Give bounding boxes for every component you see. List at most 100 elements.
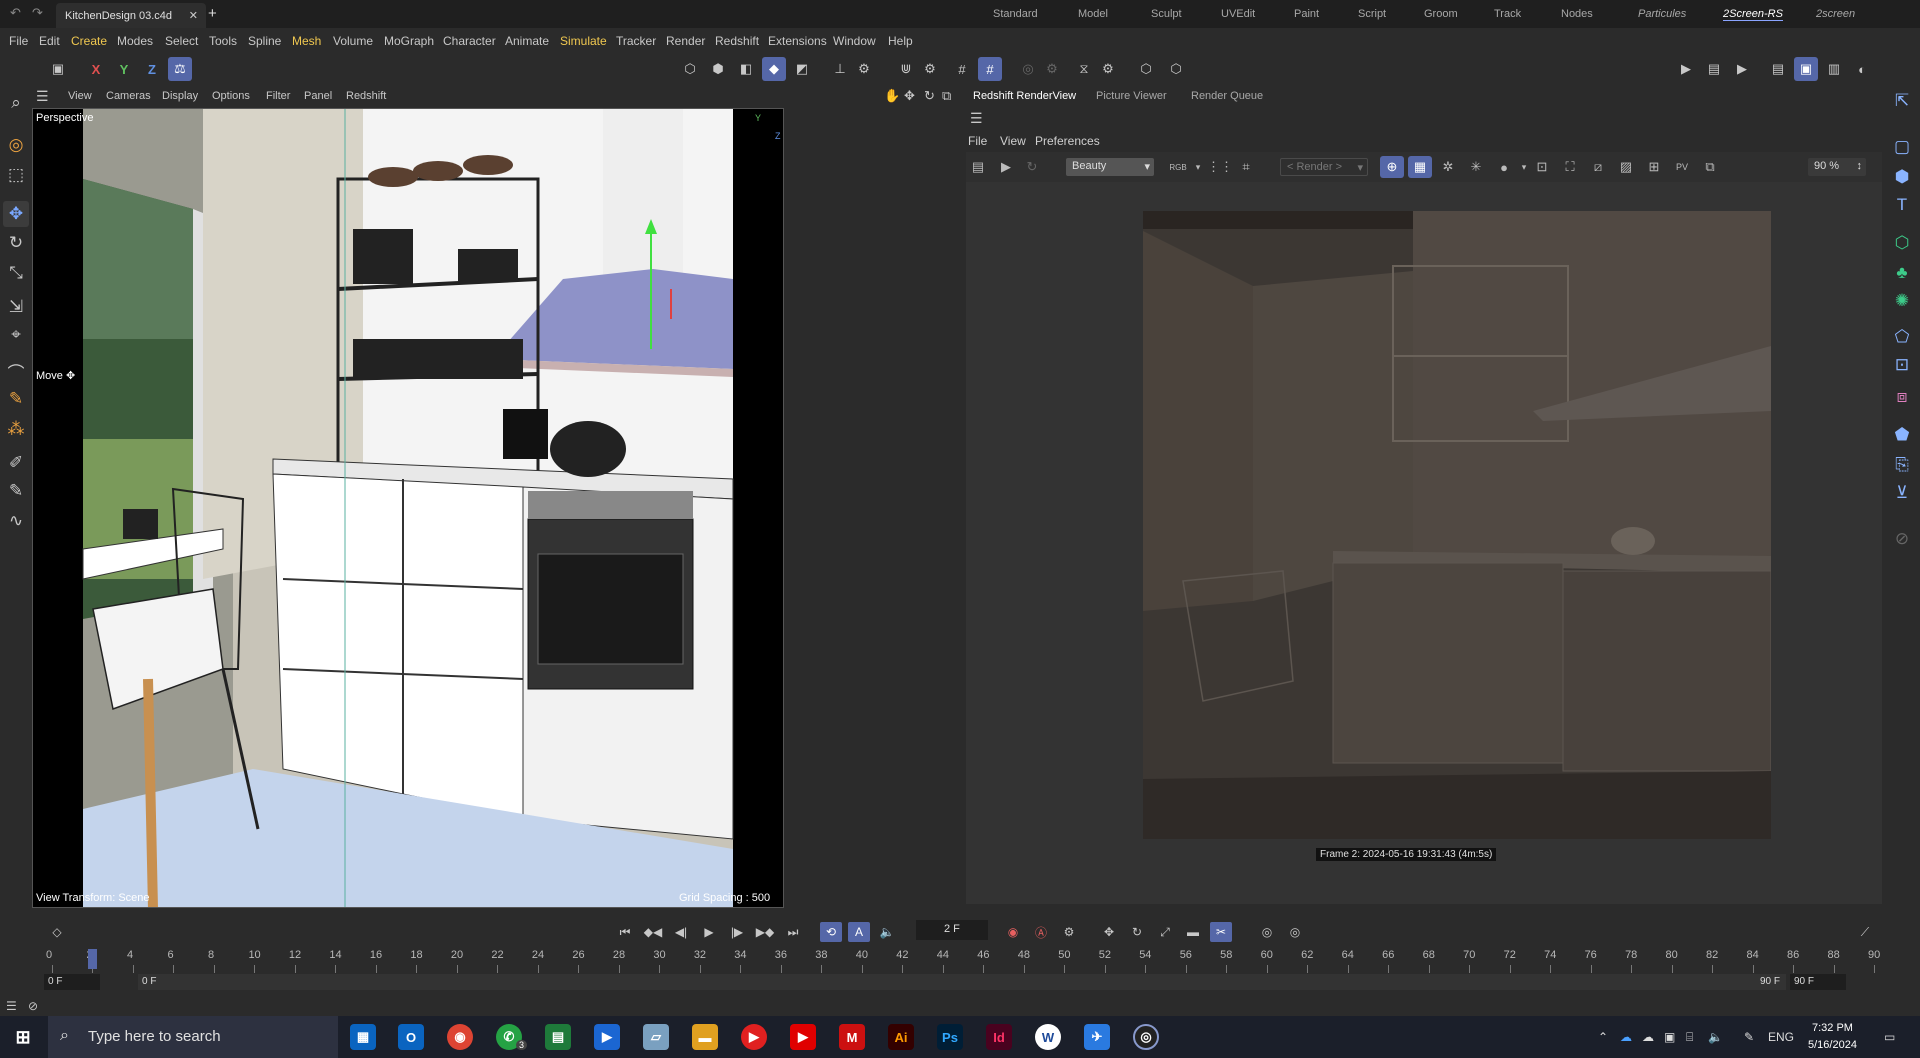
menu-simulate[interactable]: Simulate (560, 34, 607, 48)
rotate-view-icon[interactable]: ↻ (924, 88, 935, 104)
timeline-ruler[interactable]: 0246810121416182022242628303234363840424… (32, 949, 1882, 973)
record-icon[interactable]: ◉ (1002, 922, 1024, 942)
cinema4d-icon[interactable]: ◎ (1133, 1024, 1159, 1050)
sound-icon[interactable]: 🔈 (876, 922, 898, 942)
status-menu-icon[interactable]: ☰ (6, 999, 17, 1013)
redshift-settings-icon[interactable]: ▥ (1822, 57, 1846, 81)
layout-2screen[interactable]: 2screen (1816, 8, 1855, 20)
menu-spline[interactable]: Spline (248, 34, 281, 48)
object-mode-icon[interactable]: ▣ (46, 57, 70, 81)
renderview-menu-file[interactable]: File (968, 134, 987, 148)
move-tool-icon[interactable]: ✥ (3, 201, 29, 227)
y-axis-lock[interactable]: Y (112, 57, 136, 81)
key-rotation-icon[interactable]: ↻ (1126, 922, 1148, 942)
viewport-menu-options[interactable]: Options (212, 90, 250, 102)
render-view-icon[interactable]: ▶ (1674, 57, 1698, 81)
key-position-icon[interactable]: ✥ (1098, 922, 1120, 942)
move-view-icon[interactable]: ✥ (904, 88, 915, 104)
disabled-tool-icon[interactable]: ⊘ (1889, 526, 1915, 552)
start-render-icon[interactable]: ▶ (994, 156, 1018, 178)
key-settings-icon[interactable]: ⚙ (1058, 922, 1080, 942)
3d-viewport[interactable]: Perspective Move ✥ View Transform: Scene… (32, 108, 784, 908)
focus-picker-icon[interactable]: ⊡ (1530, 156, 1554, 178)
current-frame-field[interactable]: 2 F (916, 920, 988, 940)
ipr-icon[interactable]: ⊕ (1380, 156, 1404, 178)
snap-grid-icon[interactable]: # (950, 57, 974, 81)
calculator-icon[interactable]: ▤ (545, 1024, 571, 1050)
undo-icon[interactable]: ↶ (10, 5, 21, 21)
chrome-icon[interactable]: ◉ (447, 1024, 473, 1050)
coordinate-system-icon[interactable]: ⚖ (168, 57, 192, 81)
viewport-menu-cameras[interactable]: Cameras (106, 90, 151, 102)
layout-model[interactable]: Model (1078, 8, 1108, 20)
axis-settings-icon[interactable]: ⚙ (852, 57, 876, 81)
dope-sheet-icon[interactable]: ◎ (1284, 922, 1306, 942)
paint-tool-icon[interactable]: ✎ (3, 386, 29, 412)
render-region-icon[interactable]: ◎ (1016, 57, 1040, 81)
onedrive-icon[interactable]: ☁ (1620, 1030, 1632, 1044)
motion-clip-icon[interactable]: ◎ (1256, 922, 1278, 942)
z-axis-lock[interactable]: Z (140, 57, 164, 81)
tab-picture-viewer[interactable]: Picture Viewer (1096, 90, 1167, 102)
spline-rectangle-icon[interactable]: ▢ (1889, 134, 1915, 160)
magnet-icon[interactable]: ⋓ (894, 57, 918, 81)
layout-paint[interactable]: Paint (1294, 8, 1319, 20)
youtube-icon[interactable]: ▶ (790, 1024, 816, 1050)
scale-tool-icon[interactable]: ⤡ (3, 260, 29, 286)
snap-enable-icon[interactable]: # (978, 57, 1002, 81)
preview-range-slider[interactable]: 0 F 90 F (138, 974, 1786, 990)
knife-tool-icon[interactable]: ⌒ (3, 358, 29, 384)
send-to-pv-icon[interactable]: PV (1670, 156, 1694, 178)
redshift-ipr-icon[interactable]: ▣ (1794, 57, 1818, 81)
viewport-menu-filter[interactable]: Filter (266, 90, 290, 102)
null-object-icon[interactable]: ⇱ (1889, 88, 1915, 114)
notes-icon[interactable]: ▱ (643, 1024, 669, 1050)
play-icon[interactable]: ▶ (698, 922, 720, 942)
cube-icon[interactable]: ⬢ (1889, 164, 1915, 190)
layout-2screen-rs[interactable]: 2Screen-RS (1723, 8, 1783, 21)
device-icon[interactable]: ▣ (1664, 1030, 1675, 1044)
viewport-menu-redshift[interactable]: Redshift (346, 90, 386, 102)
render-to-pv-icon[interactable]: ▶ (1730, 57, 1754, 81)
layout-uvedit[interactable]: UVEdit (1221, 8, 1255, 20)
fcurve-icon[interactable]: ⟋ (1854, 922, 1876, 942)
render-camera-select[interactable]: < Render > ▾ (1280, 158, 1368, 176)
deformer-bend-icon[interactable]: ⬠ (1889, 324, 1915, 350)
redo-icon[interactable]: ↷ (32, 5, 43, 21)
generator-icon[interactable]: ⬡ (1889, 230, 1915, 256)
taskbar-clock[interactable]: 7:32 PM 5/16/2024 (1808, 1020, 1857, 1054)
layout-standard[interactable]: Standard (993, 8, 1038, 20)
gmail-icon[interactable]: M (839, 1024, 865, 1050)
grid-overlay-icon[interactable]: ⋮⋮ (1207, 156, 1233, 178)
renderview-menu-preferences[interactable]: Preferences (1035, 134, 1100, 148)
refresh-icon[interactable]: ↻ (1020, 156, 1044, 178)
menu-volume[interactable]: Volume (333, 34, 373, 48)
layout-track[interactable]: Track (1494, 8, 1521, 20)
x-axis-lock[interactable]: X (84, 57, 108, 81)
workplane-icon[interactable]: ⬡ (1164, 57, 1188, 81)
zoom-field[interactable]: 90 % ↕ (1808, 158, 1866, 176)
menu-select[interactable]: Select (165, 34, 198, 48)
sculpt-tool-icon[interactable]: ✎ (3, 478, 29, 504)
viewport-menu-panel[interactable]: Panel (304, 90, 332, 102)
mesh-tools-icon[interactable]: ⁂ (3, 416, 29, 442)
copy-icon[interactable]: ⧉ (1698, 156, 1722, 178)
symmetry-icon[interactable]: ⧖ (1072, 57, 1096, 81)
deformer-icon[interactable]: ⬡ (1134, 57, 1158, 81)
menu-redshift[interactable]: Redshift (715, 34, 759, 48)
snapshot-icon[interactable]: ▨ (1614, 156, 1638, 178)
effector-icon[interactable]: ✺ (1889, 288, 1915, 314)
illustrator-icon[interactable]: Ai (888, 1024, 914, 1050)
scene-floor-icon[interactable]: ⬟ (1889, 422, 1915, 448)
edges-mode-icon[interactable]: ⬢ (706, 57, 730, 81)
menu-file[interactable]: File (9, 34, 28, 48)
webflow-icon[interactable]: W (1035, 1024, 1061, 1050)
renderview-menu-view[interactable]: View (1000, 134, 1026, 148)
menu-character[interactable]: Character (443, 34, 496, 48)
camera-label[interactable]: Perspective (36, 112, 93, 124)
file-explorer-icon[interactable]: ▬ (692, 1024, 718, 1050)
menu-edit[interactable]: Edit (39, 34, 60, 48)
transform-tool-icon[interactable]: ⇲ (3, 294, 29, 320)
end-frame-field[interactable]: 90 F (1790, 974, 1846, 990)
layout-nodes[interactable]: Nodes (1561, 8, 1593, 20)
